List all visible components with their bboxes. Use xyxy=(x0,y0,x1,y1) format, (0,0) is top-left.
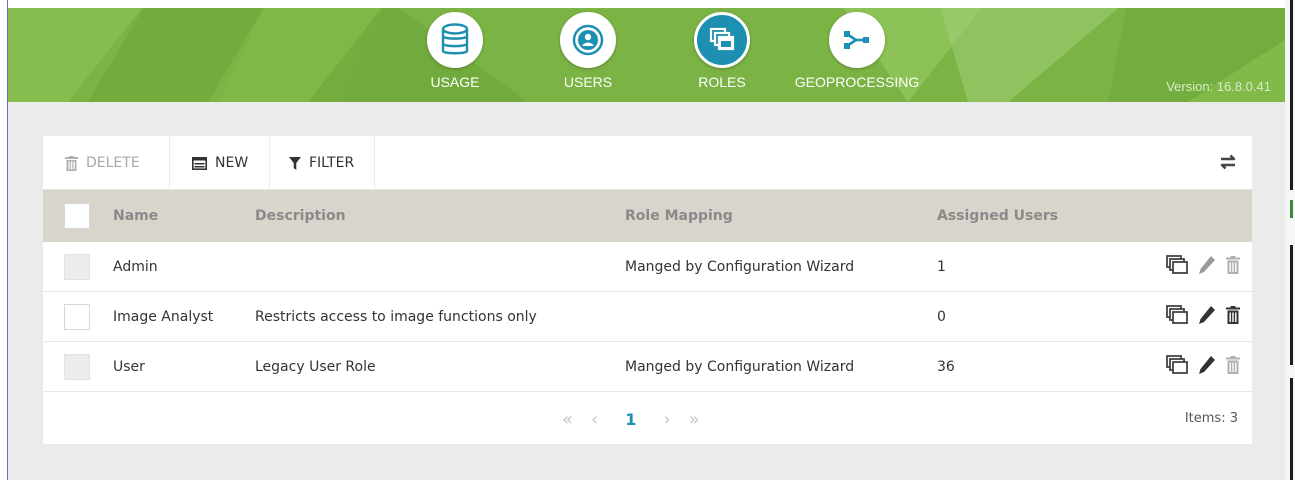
first-page-button[interactable]: « xyxy=(562,409,573,430)
row-actions xyxy=(1156,305,1240,329)
column-header-name[interactable]: Name xyxy=(113,190,158,242)
toolbar: DELETE NEW FILTER xyxy=(43,136,1252,190)
nav-roles[interactable]: ROLES xyxy=(687,12,757,90)
filter-button-label: FILTER xyxy=(309,155,355,171)
delete-row-button xyxy=(1226,356,1240,378)
refresh-icon xyxy=(1220,154,1236,170)
delete-button[interactable]: DELETE xyxy=(51,136,170,190)
cell-description: Legacy User Role xyxy=(255,359,376,375)
pencil-icon xyxy=(1199,356,1215,374)
row-actions xyxy=(1156,355,1240,379)
nav-geoprocessing[interactable]: GEOPROCESSING xyxy=(790,12,924,90)
user-icon xyxy=(572,24,604,56)
copy-button[interactable] xyxy=(1166,355,1188,379)
column-header-role-mapping[interactable]: Role Mapping xyxy=(625,190,733,242)
table-header: Name Description Role Mapping Assigned U… xyxy=(43,190,1252,242)
current-page[interactable]: 1 xyxy=(625,410,636,429)
edit-button[interactable] xyxy=(1198,255,1216,279)
trash-icon xyxy=(1226,306,1240,324)
row-actions xyxy=(1156,255,1240,279)
delete-row-button[interactable] xyxy=(1226,306,1240,328)
nav-roles-label: ROLES xyxy=(698,74,746,90)
row-checkbox[interactable] xyxy=(64,304,90,330)
filter-icon xyxy=(289,156,301,170)
edit-button[interactable] xyxy=(1198,305,1216,329)
cell-name: Image Analyst xyxy=(113,309,214,325)
nav-users[interactable]: USERS xyxy=(553,12,623,90)
cell-role-mapping: Manged by Configuration Wizard xyxy=(625,259,855,275)
windows-icon xyxy=(709,27,735,51)
nav-usage[interactable]: USAGE xyxy=(420,12,490,90)
copy-windows-icon xyxy=(1166,305,1188,324)
nav-geoprocessing-label: GEOPROCESSING xyxy=(794,74,920,90)
cell-name: Admin xyxy=(113,259,158,275)
cell-assigned-users: 1 xyxy=(937,259,946,275)
table-row[interactable]: Admin Manged by Configuration Wizard 1 xyxy=(43,242,1252,292)
cell-description: Restricts access to image functions only xyxy=(255,309,537,325)
trash-icon xyxy=(1226,256,1240,274)
items-count: Items: 3 xyxy=(1184,411,1238,426)
trash-icon xyxy=(1226,356,1240,374)
cell-role-mapping: Manged by Configuration Wizard xyxy=(625,359,855,375)
table-footer: « ‹ 1 › » Items: 3 xyxy=(43,394,1252,444)
cell-assigned-users: 0 xyxy=(937,309,946,325)
geoprocessing-icon xyxy=(844,31,869,49)
last-page-button[interactable]: » xyxy=(689,409,700,430)
filter-button[interactable]: FILTER xyxy=(275,136,375,190)
cell-name: User xyxy=(113,359,145,375)
new-button[interactable]: NEW xyxy=(178,136,270,190)
pagination: « ‹ 1 › » xyxy=(553,394,709,444)
version-label: Version: 16.8.0.41 xyxy=(1166,79,1271,94)
copy-button[interactable] xyxy=(1166,255,1188,279)
main-nav: USAGE USERS ROLES GEOPROCESSING xyxy=(8,12,1285,102)
pencil-icon xyxy=(1199,306,1215,324)
column-header-assigned-users[interactable]: Assigned Users xyxy=(937,190,1058,242)
copy-windows-icon xyxy=(1166,355,1188,374)
delete-button-label: DELETE xyxy=(86,155,140,171)
window-right-edge xyxy=(1285,0,1295,480)
new-button-label: NEW xyxy=(215,155,249,171)
column-header-description[interactable]: Description xyxy=(255,190,346,242)
row-checkbox xyxy=(64,354,90,380)
next-page-button[interactable]: › xyxy=(663,409,670,430)
pencil-icon xyxy=(1199,256,1215,274)
copy-windows-icon xyxy=(1166,255,1188,274)
edit-button[interactable] xyxy=(1198,355,1216,379)
select-all-checkbox[interactable] xyxy=(64,203,90,229)
trash-icon xyxy=(65,155,78,171)
new-form-icon xyxy=(192,156,207,170)
app-header: USAGE USERS ROLES GEOPROCESSING Version:… xyxy=(8,0,1285,102)
nav-usage-label: USAGE xyxy=(430,74,480,90)
prev-page-button[interactable]: ‹ xyxy=(591,409,598,430)
row-checkbox xyxy=(64,254,90,280)
cell-assigned-users: 36 xyxy=(937,359,955,375)
table-row[interactable]: Image Analyst Restricts access to image … xyxy=(43,292,1252,342)
roles-panel: DELETE NEW FILTER Name Description Role … xyxy=(43,136,1252,444)
window-left-edge xyxy=(0,0,8,480)
delete-row-button xyxy=(1226,256,1240,278)
table-row[interactable]: User Legacy User Role Manged by Configur… xyxy=(43,342,1252,392)
copy-button[interactable] xyxy=(1166,305,1188,329)
refresh-button[interactable] xyxy=(1218,153,1238,175)
database-icon xyxy=(441,23,469,55)
nav-users-label: USERS xyxy=(563,74,613,90)
